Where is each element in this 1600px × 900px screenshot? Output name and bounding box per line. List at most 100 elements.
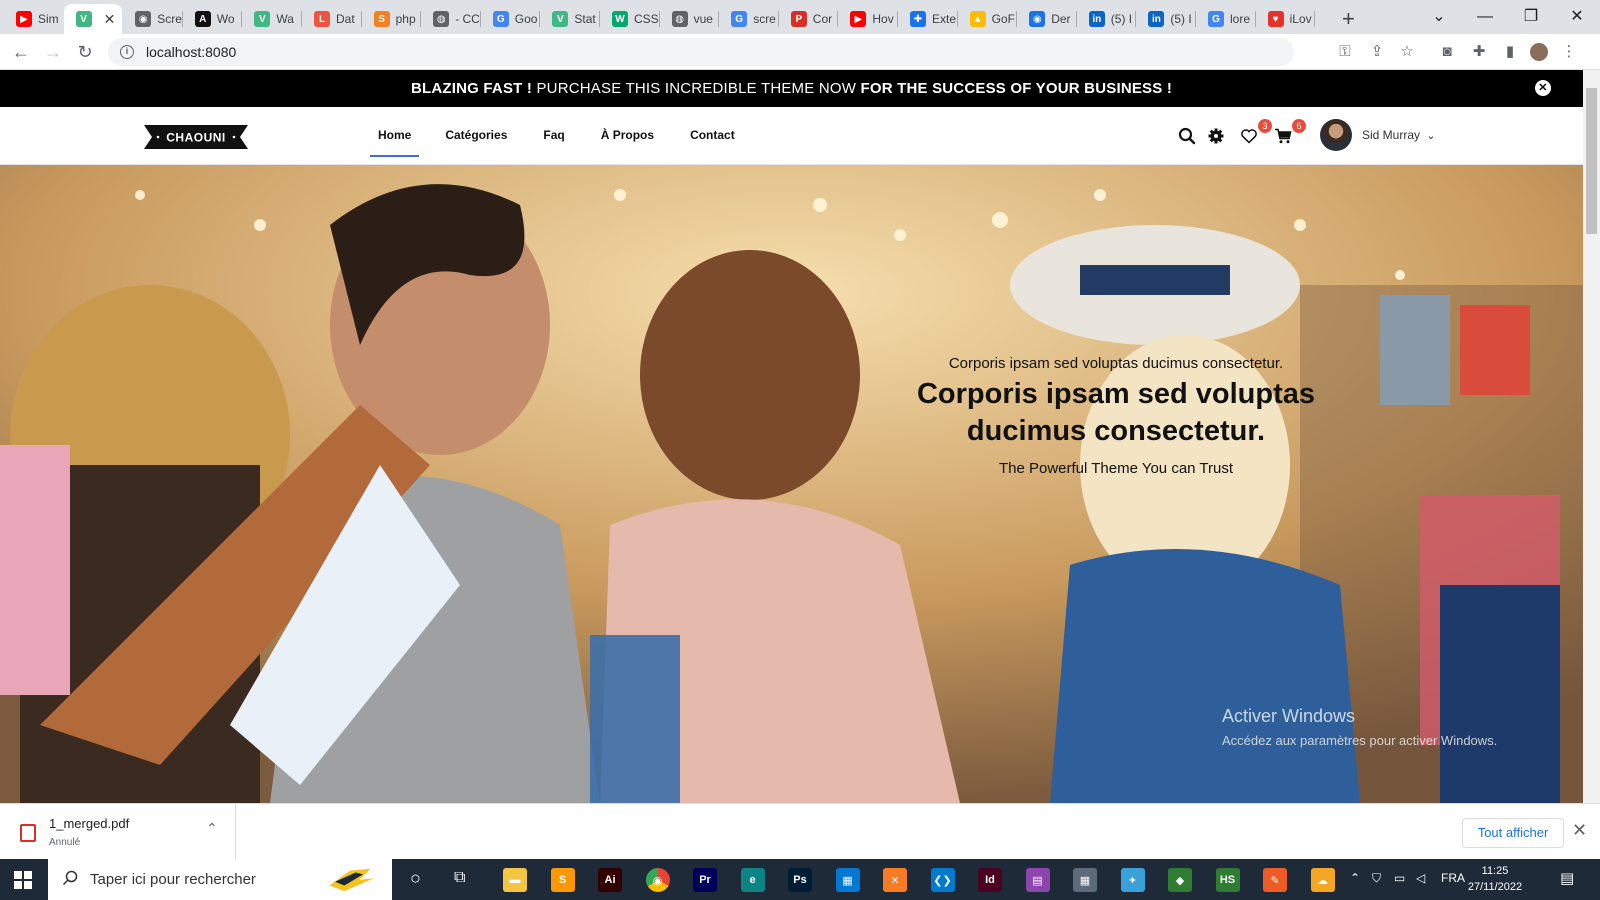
system-clock[interactable]: 11:25 27/11/2022 <box>1462 863 1528 895</box>
browser-tab[interactable]: Glore <box>1196 4 1255 34</box>
camera-extension-icon[interactable]: ◙ <box>1438 43 1456 61</box>
notifications-icon[interactable]: ▤ <box>1560 869 1574 887</box>
forward-icon[interactable]: → <box>42 41 64 63</box>
chevron-up-icon[interactable]: ⌃ <box>206 820 218 837</box>
browser-tab[interactable]: ◍ - CC <box>421 4 480 34</box>
tray-security-icon[interactable]: ⛉ <box>1372 871 1381 886</box>
settings-gear-icon[interactable] <box>1207 127 1225 145</box>
browser-tab[interactable]: ◍ vue <box>660 4 719 34</box>
close-tab-icon[interactable]: ✕ <box>104 11 116 28</box>
download-item[interactable]: 1_merged.pdf Annulé ⌃ <box>0 804 236 860</box>
show-all-downloads-button[interactable]: Tout afficher <box>1462 818 1564 848</box>
download-bar: 1_merged.pdf Annulé ⌃ Tout afficher ✕ <box>0 803 1600 860</box>
browser-tab[interactable]: in (5) I <box>1136 4 1195 34</box>
browser-tab[interactable]: V Stat <box>540 4 599 34</box>
camera-icon: ◉ <box>1029 11 1046 27</box>
store-icon[interactable]: ▦ <box>835 868 860 892</box>
browser-tab[interactable]: G Goo <box>481 4 540 34</box>
browser-tab[interactable]: W CSS <box>600 4 659 34</box>
chrome-icon[interactable]: ◉ <box>645 868 670 892</box>
sublime-text-icon[interactable]: S <box>550 868 575 892</box>
google-translate-icon: G <box>492 11 509 27</box>
hero-subtitle: The Powerful Theme You can Trust <box>998 460 1234 477</box>
browser-tab[interactable]: V Wa <box>242 4 301 34</box>
indesign-icon[interactable]: Id <box>978 868 1002 892</box>
new-tab-button[interactable]: + <box>1342 6 1355 32</box>
winrar-icon[interactable]: ▤ <box>1025 868 1050 892</box>
task-view-icon[interactable]: ⧉ <box>454 869 465 887</box>
key-icon[interactable]: ⚿ <box>1336 43 1354 61</box>
task-view-cortana-icon[interactable]: ○ <box>410 868 421 889</box>
back-icon[interactable]: ← <box>10 41 32 63</box>
windows-start-icon[interactable] <box>14 871 32 889</box>
browser-tab[interactable]: in (5) I <box>1077 4 1136 34</box>
promo-close-icon[interactable]: ✕ <box>1535 80 1551 96</box>
browser-tab[interactable]: V ✕ <box>63 4 123 34</box>
profile-avatar-icon[interactable] <box>1530 43 1548 61</box>
browser-tab[interactable]: L Dat <box>302 4 361 34</box>
search-icon[interactable] <box>1178 127 1196 145</box>
share-icon[interactable]: ⇪ <box>1368 43 1386 61</box>
reload-icon[interactable]: ↻ <box>74 41 96 63</box>
vscode-icon[interactable]: ❮❯ <box>930 868 955 892</box>
browser-tab-title: Cor <box>812 12 833 26</box>
wishlist-count-badge: 3 <box>1258 119 1272 133</box>
close-download-bar-icon[interactable]: ✕ <box>1572 820 1587 841</box>
maximize-button[interactable]: ❐ <box>1508 4 1554 30</box>
puzzle-icon: ✚ <box>910 11 926 27</box>
nav-link-5[interactable]: Contact <box>690 107 735 165</box>
weather-icon[interactable]: ☁ <box>1310 868 1335 892</box>
browser-tab[interactable]: A Wo <box>183 4 242 34</box>
nav-link-2[interactable]: Catégories <box>445 107 507 165</box>
browser-tab[interactable]: Sphp <box>362 4 421 34</box>
scrollbar-thumb[interactable] <box>1586 88 1597 234</box>
bookmark-star-icon[interactable]: ☆ <box>1398 43 1416 61</box>
file-explorer-icon[interactable]: ▬ <box>503 868 527 892</box>
browser-tab[interactable]: ▶ Hov <box>838 4 897 34</box>
promo-bold-tail: FOR THE SUCCESS OF YOUR BUSINESS ! <box>860 80 1173 97</box>
hs-app-icon[interactable]: HS <box>1215 868 1240 892</box>
camera-icon: ◉ <box>135 11 152 27</box>
calculator-icon[interactable]: ▦ <box>1073 868 1097 892</box>
bird-app-icon[interactable]: ✦ <box>1120 868 1145 892</box>
extensions-puzzle-icon[interactable]: ✚ <box>1470 43 1488 61</box>
tray-expand-icon[interactable]: ⌃ <box>1350 871 1360 885</box>
site-info-icon[interactable]: i <box>120 45 134 59</box>
logo-text: CHAOUNI <box>166 131 226 145</box>
nav-link-1[interactable]: Home <box>370 107 420 165</box>
side-panel-icon[interactable]: ▮ <box>1501 43 1519 61</box>
close-window-button[interactable]: ✕ <box>1554 4 1600 30</box>
wishlist-heart-icon[interactable] <box>1240 127 1258 145</box>
minimize-button[interactable]: — <box>1462 4 1508 30</box>
cart-icon[interactable] <box>1274 127 1292 145</box>
browser-tab-title: iLov <box>1289 12 1312 26</box>
nav-link-3[interactable]: Faq <box>543 107 564 165</box>
user-menu[interactable]: Sid Murray ⌄ <box>1362 128 1436 142</box>
illustrator-icon[interactable]: Ai <box>598 868 622 892</box>
browser-tab[interactable]: P Cor <box>779 4 838 34</box>
taskbar-search-box[interactable]: Taper ici pour rechercher <box>48 859 392 900</box>
user-avatar[interactable] <box>1320 119 1352 151</box>
browser-tab[interactable]: ✚ Exte <box>898 4 957 34</box>
postman-icon[interactable]: ✎ <box>1263 868 1287 892</box>
linkedin-icon: in <box>1148 11 1165 27</box>
browser-tab[interactable]: Gscre <box>719 4 778 34</box>
edge-icon[interactable]: e <box>740 868 765 892</box>
browser-tab[interactable]: ♥ iLov <box>1256 4 1315 34</box>
git-icon[interactable]: ◆ <box>1168 868 1192 892</box>
volume-icon[interactable]: ◁ <box>1416 871 1425 885</box>
browser-tab[interactable]: ▲ GoF <box>958 4 1017 34</box>
browser-menu-icon[interactable]: ⋮ <box>1560 43 1578 61</box>
browser-tab[interactable]: ▶ Sim <box>4 4 63 34</box>
photoshop-icon[interactable]: Ps <box>788 868 812 892</box>
vue-icon: V <box>254 11 271 27</box>
network-icon[interactable]: ▭ <box>1394 871 1405 885</box>
tab-search-icon[interactable]: ⌄ <box>1416 4 1462 30</box>
browser-tab[interactable]: ◉ Der <box>1017 4 1076 34</box>
nav-link-4[interactable]: À Propos <box>601 107 654 165</box>
address-bar[interactable]: i localhost:8080 <box>108 38 1294 66</box>
premiere-icon[interactable]: Pr <box>693 868 717 892</box>
xampp-icon[interactable]: ✕ <box>883 868 907 892</box>
browser-tab[interactable]: ◉ Scre <box>123 4 182 34</box>
site-logo[interactable]: CHAOUNI <box>144 125 248 149</box>
